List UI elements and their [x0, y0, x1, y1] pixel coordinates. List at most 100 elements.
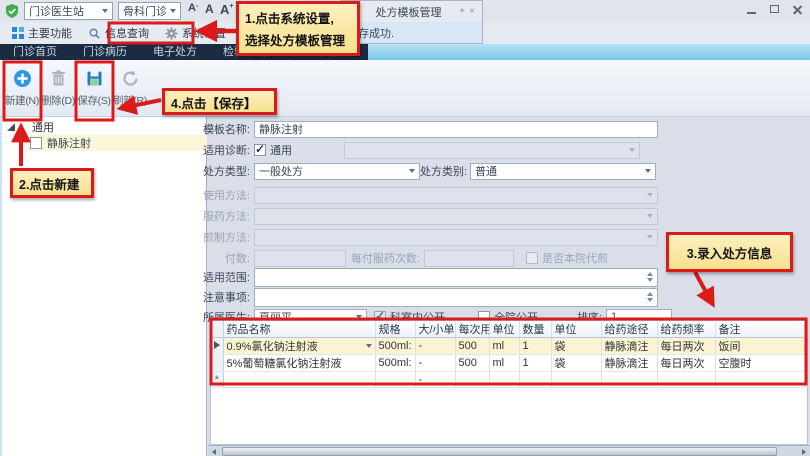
- diagnosis-general-checkbox[interactable]: 通用: [254, 142, 292, 158]
- grid-cell[interactable]: 5%葡萄糖氯化钠注射液: [223, 355, 375, 372]
- spinner-icon[interactable]: [647, 272, 653, 282]
- grid-cell[interactable]: 饭间: [715, 338, 805, 355]
- grid-marker-header: [211, 321, 223, 338]
- grid-cell[interactable]: 1: [519, 338, 551, 355]
- spinner-icon[interactable]: [647, 292, 653, 302]
- rx-class-value: 普通: [475, 163, 641, 179]
- grid-cell[interactable]: [519, 372, 551, 388]
- grid-cell[interactable]: [455, 372, 489, 388]
- grid-cell[interactable]: [657, 372, 715, 388]
- grid-cell[interactable]: -: [415, 372, 455, 388]
- grid-cell[interactable]: 静脉滴注: [601, 338, 657, 355]
- chevron-down-icon[interactable]: [366, 344, 372, 348]
- scroll-left-icon[interactable]: [212, 449, 216, 455]
- template-name-label: 模板名称:: [202, 121, 250, 137]
- horizontal-scrollbar[interactable]: [208, 445, 810, 456]
- maximize-button[interactable]: [768, 4, 781, 16]
- tab-outpatient-home[interactable]: 门诊首页: [0, 44, 70, 60]
- grid-cell[interactable]: 每日两次: [657, 338, 715, 355]
- grid-cell[interactable]: 每日两次: [657, 355, 715, 372]
- scrollbar-thumb[interactable]: [222, 447, 777, 456]
- grid-cell[interactable]: 500: [455, 338, 489, 355]
- grid-column-header[interactable]: 数量: [519, 321, 551, 338]
- notes-input[interactable]: [254, 288, 658, 307]
- rx-class-select[interactable]: 普通: [470, 163, 656, 180]
- grid-cell[interactable]: [223, 372, 375, 388]
- delete-button[interactable]: 删除(D): [40, 60, 76, 116]
- grid-cell[interactable]: ml: [489, 355, 519, 372]
- menu-item-main-functions[interactable]: 主要功能: [4, 22, 80, 44]
- close-icon[interactable]: ×: [467, 7, 477, 17]
- usage-select: [254, 187, 658, 204]
- grid-cell[interactable]: 500ml: …: [375, 338, 415, 355]
- grid-cell[interactable]: [551, 372, 601, 388]
- grid-cell[interactable]: ml: [489, 338, 519, 355]
- grid-column-header[interactable]: 给药频率: [657, 321, 715, 338]
- chevron-down-icon: [647, 235, 653, 239]
- trash-icon: [49, 69, 68, 88]
- rx-class-label: 处方类别:: [420, 163, 466, 179]
- grid-cell[interactable]: 静脉滴注: [601, 355, 657, 372]
- menu-item-info-query[interactable]: 信息查询: [80, 22, 157, 44]
- tree-group-general[interactable]: 通用: [2, 119, 207, 135]
- font-decrease-button[interactable]: A-: [188, 2, 198, 20]
- grid-column-header[interactable]: 每次用..: [455, 321, 489, 338]
- rx-type-value: 一般处方: [259, 163, 405, 179]
- expander-icon[interactable]: [7, 123, 15, 131]
- grid-cell[interactable]: 500ml: …: [375, 355, 415, 372]
- grid-cell[interactable]: [489, 372, 519, 388]
- close-button[interactable]: [791, 4, 804, 16]
- callout-step4: 4.点击【保存】: [162, 88, 277, 115]
- scroll-right-icon[interactable]: [802, 449, 806, 455]
- grid-column-header[interactable]: 备注: [715, 321, 805, 338]
- new-button[interactable]: 新建(N): [4, 60, 40, 116]
- grid-column-header[interactable]: 给药途径: [601, 321, 657, 338]
- grid-cell[interactable]: 袋: [551, 355, 601, 372]
- pin-icon[interactable]: +: [457, 7, 467, 17]
- font-normal-button[interactable]: A: [205, 2, 214, 20]
- grid-column-header[interactable]: 规格: [375, 321, 415, 338]
- grid-cell[interactable]: 500: [455, 355, 489, 372]
- department-select[interactable]: 骨科门诊: [118, 2, 181, 20]
- grid-cell[interactable]: [715, 372, 805, 388]
- grid-cell[interactable]: 空腹时: [715, 355, 805, 372]
- grid-column-header[interactable]: 药品名称: [223, 321, 375, 338]
- scope-input[interactable]: [254, 268, 658, 287]
- callout-step1: 1.点击系统设置, 选择处方模板管理: [236, 1, 360, 56]
- grid-row: 0.9%氯化钠注射液500ml: …-500ml1袋静脉滴注每日两次饭间: [211, 338, 805, 355]
- plus-circle-icon: [13, 69, 32, 88]
- grid-cell[interactable]: 袋: [551, 338, 601, 355]
- grid-column-header[interactable]: 单位: [551, 321, 601, 338]
- checkbox-icon: [254, 144, 266, 156]
- grid-cell[interactable]: -: [415, 355, 455, 372]
- menu-item-system-settings[interactable]: 系统设置: [157, 22, 234, 44]
- template-name-input[interactable]: 静脉注射: [254, 121, 658, 138]
- template-detail-panel: 模板名称: 静脉注射 适用诊断: 通用 处方类型: 一般处方 处方类别: 普: [202, 117, 810, 456]
- station-select[interactable]: 门诊医生站: [24, 2, 113, 20]
- grid-column-header[interactable]: 单位: [489, 321, 519, 338]
- minimize-button[interactable]: [745, 4, 758, 16]
- chevron-down-icon: [409, 169, 415, 173]
- chevron-down-icon: [356, 315, 362, 319]
- tab-medical-record[interactable]: 门诊病历: [70, 44, 140, 60]
- grid-cell[interactable]: 1: [519, 355, 551, 372]
- grid-column-header[interactable]: 大/小单位: [415, 321, 455, 338]
- callout-step4-text: 4.点击【保存】: [171, 93, 268, 112]
- grid-cell[interactable]: -: [415, 338, 455, 355]
- callout-step3: 3.录入处方信息: [666, 232, 793, 272]
- checkbox-icon: [526, 252, 538, 264]
- grid-cell[interactable]: [601, 372, 657, 388]
- grid-cell[interactable]: [375, 372, 415, 388]
- rx-type-select[interactable]: 一般处方: [254, 163, 420, 180]
- tree-item-template[interactable]: 静脉注射: [26, 135, 207, 151]
- font-increase-button[interactable]: A+: [220, 2, 233, 20]
- drug-grid: 药品名称规格大/小单位每次用..单位数量单位给药途径给药频率备注0.9%氯化钠注…: [210, 320, 808, 445]
- refresh-button[interactable]: 刷新(R): [112, 60, 148, 116]
- chevron-down-icon: [629, 148, 635, 152]
- save-button[interactable]: 保存(S): [76, 60, 112, 116]
- gear-icon: [165, 27, 178, 40]
- callout-step2-text: 2.点击新建: [19, 174, 85, 193]
- tree-item-checkbox[interactable]: [30, 137, 42, 149]
- grid-cell[interactable]: 0.9%氯化钠注射液: [223, 338, 375, 355]
- tab-e-prescription[interactable]: 电子处方: [140, 44, 210, 60]
